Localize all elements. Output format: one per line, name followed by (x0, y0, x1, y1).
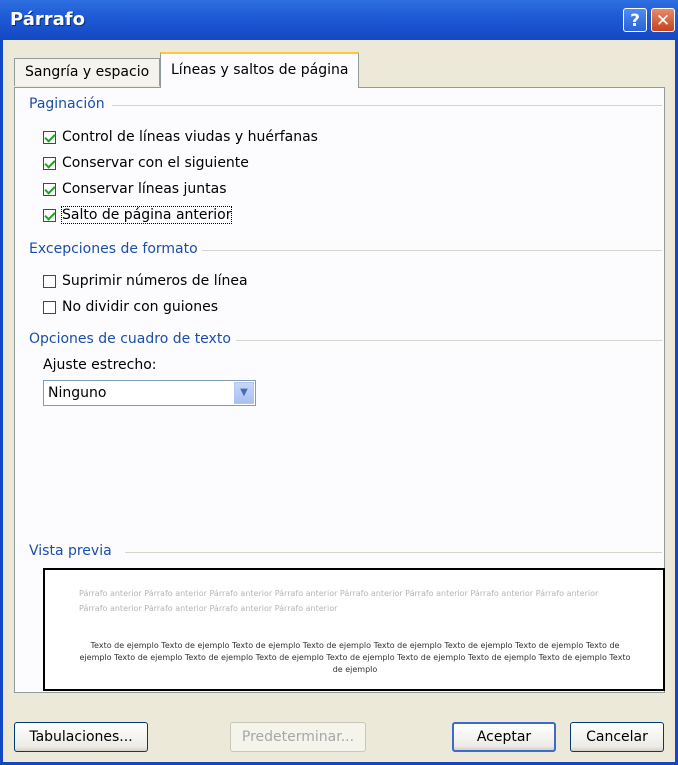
section-preview-title: Vista previa (29, 543, 112, 559)
keep-lines-together-checkbox[interactable] (43, 182, 56, 196)
widow-orphan-label: Control de líneas viudas y huérfanas (62, 129, 318, 145)
keep-lines-together-option[interactable]: Conservar líneas juntas (43, 181, 227, 197)
title-bar: Párrafo ? ✕ (0, 0, 678, 40)
preview-sample-text: Texto de ejemplo Texto de ejemplo Texto … (79, 641, 631, 674)
keep-with-next-checkbox[interactable] (43, 156, 56, 170)
cancel-button[interactable]: Cancelar (570, 722, 664, 752)
section-divider (112, 105, 662, 106)
tight-wrap-value: Ninguno (48, 385, 107, 401)
tight-wrap-select[interactable]: Ninguno ▼ (43, 380, 256, 406)
tabs-button[interactable]: Tabulaciones... (14, 722, 148, 752)
page-break-before-checkbox[interactable] (43, 208, 56, 222)
widow-orphan-control-option[interactable]: Control de líneas viudas y huérfanas (43, 129, 318, 145)
section-divider (236, 340, 662, 341)
ok-button[interactable]: Aceptar (452, 722, 556, 752)
window-title: Párrafo (10, 9, 85, 30)
close-icon[interactable]: ✕ (651, 8, 675, 32)
tight-wrap-label: Ajuste estrecho: (43, 357, 157, 373)
page-break-before-label: Salto de página anterior (60, 206, 233, 224)
widow-orphan-checkbox[interactable] (43, 130, 56, 144)
section-textbox-options-title: Opciones de cuadro de texto (29, 331, 231, 347)
keep-with-next-label: Conservar con el siguiente (62, 155, 249, 171)
section-format-exceptions-title: Excepciones de formato (29, 241, 198, 257)
set-default-button[interactable]: Predeterminar... (230, 722, 366, 752)
section-pagination-title: Paginación (29, 96, 105, 112)
preview-prior-paragraph: Párrafo anterior Párrafo anterior Párraf… (79, 589, 599, 613)
preview-box: Párrafo anterior Párrafo anterior Párraf… (43, 568, 665, 691)
suppress-line-numbers-label: Suprimir números de línea (62, 273, 248, 289)
help-icon[interactable]: ? (623, 8, 647, 32)
dont-hyphenate-checkbox[interactable] (43, 300, 56, 314)
suppress-line-numbers-option[interactable]: Suprimir números de línea (43, 273, 248, 289)
chevron-down-icon[interactable]: ▼ (234, 382, 254, 404)
section-divider (202, 250, 662, 251)
suppress-line-numbers-checkbox[interactable] (43, 274, 56, 288)
dont-hyphenate-label: No dividir con guiones (62, 299, 219, 315)
dont-hyphenate-option[interactable]: No dividir con guiones (43, 299, 218, 315)
section-divider (125, 552, 662, 553)
keep-lines-together-label: Conservar líneas juntas (62, 181, 227, 197)
tab-indents-spacing[interactable]: Sangría y espacio (14, 58, 160, 86)
page-break-before-option[interactable]: Salto de página anterior (43, 206, 233, 224)
tab-line-page-breaks[interactable]: Líneas y saltos de página (160, 52, 359, 88)
keep-with-next-option[interactable]: Conservar con el siguiente (43, 155, 249, 171)
